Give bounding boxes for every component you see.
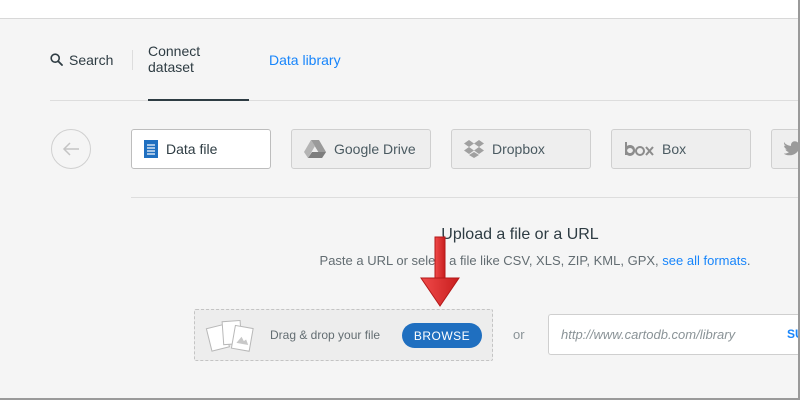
back-button[interactable]	[51, 129, 91, 169]
source-tab-data-file[interactable]: Data file	[131, 129, 271, 169]
url-input[interactable]	[548, 314, 800, 355]
upload-description-end: .	[746, 253, 751, 268]
browser-top-bar	[0, 0, 800, 19]
source-tab-twitter[interactable]	[771, 129, 800, 169]
nav-search-label: Search	[69, 51, 114, 68]
tab-data-library[interactable]: Data library	[269, 38, 341, 101]
source-tab-box-label: Box	[662, 141, 687, 157]
file-drop-zone[interactable]: Drag & drop your file BROWSE	[194, 309, 493, 361]
upload-description: Paste a URL or select a file like CSV, X…	[300, 253, 770, 268]
source-tab-dropbox[interactable]: Dropbox	[451, 129, 591, 169]
tab-data-library-label: Data library	[269, 51, 341, 68]
files-icon	[205, 318, 257, 359]
source-tab-data-file-label: Data file	[166, 141, 218, 157]
nav-search[interactable]: Search	[50, 38, 113, 101]
source-tab-google-drive[interactable]: Google Drive	[291, 129, 431, 169]
drop-label: Drag & drop your file	[270, 328, 381, 342]
tab-connect-dataset-label: Connect dataset	[148, 42, 201, 75]
see-all-formats-link[interactable]: see all formats	[662, 253, 747, 268]
or-separator-label: or	[513, 327, 525, 342]
source-tab-box[interactable]: Box	[611, 129, 751, 169]
dropbox-icon	[464, 140, 484, 158]
source-tab-google-drive-label: Google Drive	[334, 141, 416, 157]
source-tab-dropbox-label: Dropbox	[492, 141, 545, 157]
browse-button[interactable]: BROWSE	[402, 323, 482, 348]
red-arrow-down-icon	[420, 236, 460, 307]
box-logo-icon	[624, 141, 654, 157]
document-icon	[144, 140, 158, 158]
google-drive-icon	[304, 140, 326, 158]
top-nav: Search Connect dataset Data library	[50, 38, 800, 101]
search-icon	[50, 53, 63, 66]
arrow-left-icon	[62, 142, 79, 156]
nav-separator	[132, 50, 133, 70]
upload-description-text: Paste a URL or select a file like CSV, X…	[319, 253, 659, 268]
tab-connect-dataset[interactable]: Connect dataset	[148, 38, 249, 101]
section-divider	[131, 197, 800, 198]
